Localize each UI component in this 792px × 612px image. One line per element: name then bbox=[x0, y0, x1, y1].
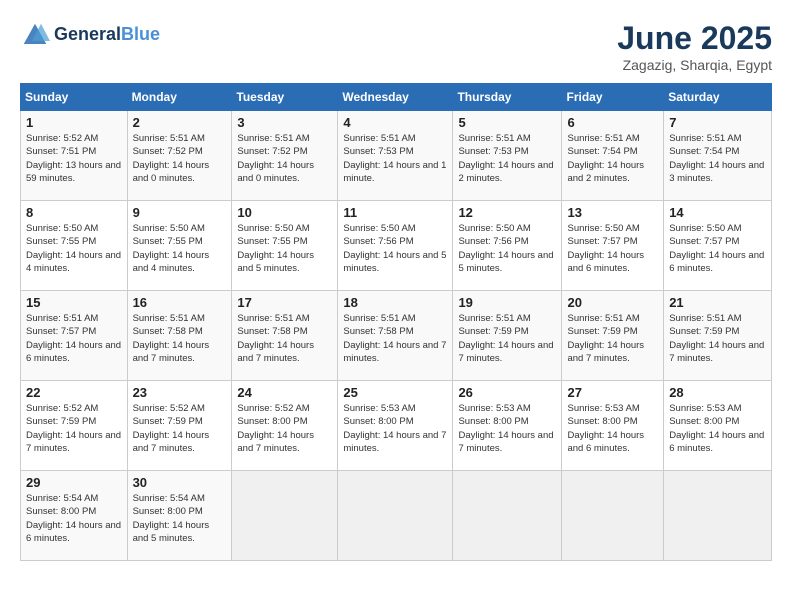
calendar-header-row: Sunday Monday Tuesday Wednesday Thursday… bbox=[21, 84, 772, 111]
calendar-cell: 6Sunrise: 5:51 AMSunset: 7:54 PMDaylight… bbox=[562, 111, 664, 201]
week-row-1: 1Sunrise: 5:52 AMSunset: 7:51 PMDaylight… bbox=[21, 111, 772, 201]
calendar-cell: 15Sunrise: 5:51 AMSunset: 7:57 PMDayligh… bbox=[21, 291, 128, 381]
calendar-cell: 10Sunrise: 5:50 AMSunset: 7:55 PMDayligh… bbox=[232, 201, 338, 291]
calendar-cell bbox=[664, 471, 772, 561]
col-friday: Friday bbox=[562, 84, 664, 111]
title-block: June 2025 Zagazig, Sharqia, Egypt bbox=[617, 20, 772, 73]
calendar-cell: 29Sunrise: 5:54 AMSunset: 8:00 PMDayligh… bbox=[21, 471, 128, 561]
calendar-cell bbox=[562, 471, 664, 561]
col-tuesday: Tuesday bbox=[232, 84, 338, 111]
logo: GeneralBlue bbox=[20, 20, 160, 50]
calendar-cell: 3Sunrise: 5:51 AMSunset: 7:52 PMDaylight… bbox=[232, 111, 338, 201]
location: Zagazig, Sharqia, Egypt bbox=[617, 57, 772, 73]
logo-text: GeneralBlue bbox=[54, 25, 160, 45]
calendar-cell: 24Sunrise: 5:52 AMSunset: 8:00 PMDayligh… bbox=[232, 381, 338, 471]
col-saturday: Saturday bbox=[664, 84, 772, 111]
calendar-cell: 26Sunrise: 5:53 AMSunset: 8:00 PMDayligh… bbox=[453, 381, 562, 471]
calendar-cell: 19Sunrise: 5:51 AMSunset: 7:59 PMDayligh… bbox=[453, 291, 562, 381]
calendar-cell: 23Sunrise: 5:52 AMSunset: 7:59 PMDayligh… bbox=[127, 381, 232, 471]
week-row-3: 15Sunrise: 5:51 AMSunset: 7:57 PMDayligh… bbox=[21, 291, 772, 381]
calendar-cell: 5Sunrise: 5:51 AMSunset: 7:53 PMDaylight… bbox=[453, 111, 562, 201]
calendar-cell: 30Sunrise: 5:54 AMSunset: 8:00 PMDayligh… bbox=[127, 471, 232, 561]
calendar-table: Sunday Monday Tuesday Wednesday Thursday… bbox=[20, 83, 772, 561]
calendar-cell: 4Sunrise: 5:51 AMSunset: 7:53 PMDaylight… bbox=[338, 111, 453, 201]
calendar-cell: 1Sunrise: 5:52 AMSunset: 7:51 PMDaylight… bbox=[21, 111, 128, 201]
calendar-cell: 27Sunrise: 5:53 AMSunset: 8:00 PMDayligh… bbox=[562, 381, 664, 471]
calendar-cell: 8Sunrise: 5:50 AMSunset: 7:55 PMDaylight… bbox=[21, 201, 128, 291]
calendar-cell: 25Sunrise: 5:53 AMSunset: 8:00 PMDayligh… bbox=[338, 381, 453, 471]
calendar-cell bbox=[232, 471, 338, 561]
calendar-cell: 12Sunrise: 5:50 AMSunset: 7:56 PMDayligh… bbox=[453, 201, 562, 291]
calendar-cell: 17Sunrise: 5:51 AMSunset: 7:58 PMDayligh… bbox=[232, 291, 338, 381]
page-header: GeneralBlue June 2025 Zagazig, Sharqia, … bbox=[20, 20, 772, 73]
calendar-cell: 20Sunrise: 5:51 AMSunset: 7:59 PMDayligh… bbox=[562, 291, 664, 381]
logo-icon bbox=[20, 20, 50, 50]
calendar-cell: 14Sunrise: 5:50 AMSunset: 7:57 PMDayligh… bbox=[664, 201, 772, 291]
calendar-cell: 7Sunrise: 5:51 AMSunset: 7:54 PMDaylight… bbox=[664, 111, 772, 201]
calendar-cell: 21Sunrise: 5:51 AMSunset: 7:59 PMDayligh… bbox=[664, 291, 772, 381]
calendar-cell: 2Sunrise: 5:51 AMSunset: 7:52 PMDaylight… bbox=[127, 111, 232, 201]
calendar-cell: 13Sunrise: 5:50 AMSunset: 7:57 PMDayligh… bbox=[562, 201, 664, 291]
calendar-cell bbox=[453, 471, 562, 561]
month-title: June 2025 bbox=[617, 20, 772, 57]
col-monday: Monday bbox=[127, 84, 232, 111]
calendar-cell bbox=[338, 471, 453, 561]
col-wednesday: Wednesday bbox=[338, 84, 453, 111]
calendar-cell: 22Sunrise: 5:52 AMSunset: 7:59 PMDayligh… bbox=[21, 381, 128, 471]
calendar-cell: 28Sunrise: 5:53 AMSunset: 8:00 PMDayligh… bbox=[664, 381, 772, 471]
calendar-cell: 11Sunrise: 5:50 AMSunset: 7:56 PMDayligh… bbox=[338, 201, 453, 291]
calendar-cell: 16Sunrise: 5:51 AMSunset: 7:58 PMDayligh… bbox=[127, 291, 232, 381]
week-row-4: 22Sunrise: 5:52 AMSunset: 7:59 PMDayligh… bbox=[21, 381, 772, 471]
col-thursday: Thursday bbox=[453, 84, 562, 111]
col-sunday: Sunday bbox=[21, 84, 128, 111]
calendar-cell: 9Sunrise: 5:50 AMSunset: 7:55 PMDaylight… bbox=[127, 201, 232, 291]
week-row-2: 8Sunrise: 5:50 AMSunset: 7:55 PMDaylight… bbox=[21, 201, 772, 291]
week-row-5: 29Sunrise: 5:54 AMSunset: 8:00 PMDayligh… bbox=[21, 471, 772, 561]
calendar-cell: 18Sunrise: 5:51 AMSunset: 7:58 PMDayligh… bbox=[338, 291, 453, 381]
